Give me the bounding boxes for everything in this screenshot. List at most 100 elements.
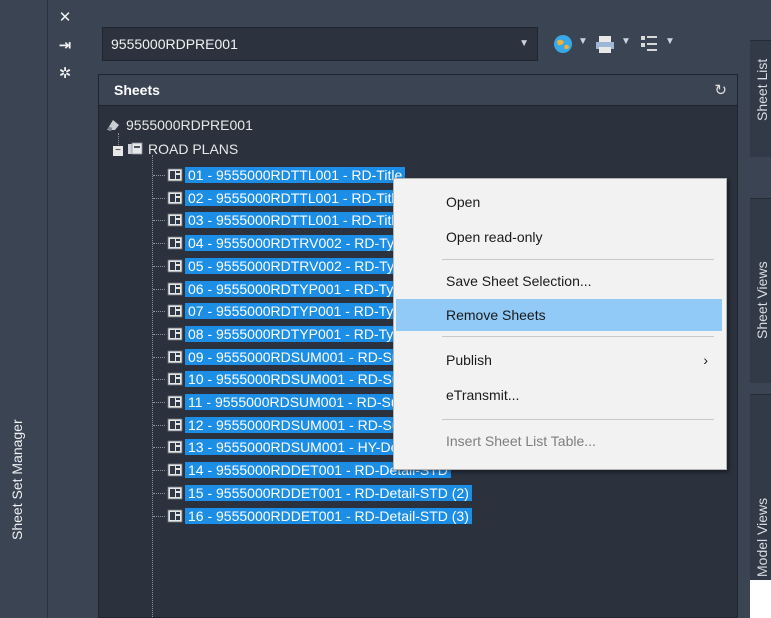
tree-guide [153,492,165,494]
menu-item-label: Save Sheet Selection... [446,273,592,289]
tree-guide [153,379,165,381]
tree-guide [153,402,165,403]
sheet-icon [167,213,183,227]
menu-item-open-read-only[interactable]: Open read-only [396,221,722,253]
view-options-icon[interactable] [638,33,660,55]
sheet-icon [167,350,183,363]
tree-guide [153,311,165,313]
palette-title: Sheet Set Manager [9,419,25,540]
tree-guide [152,155,153,617]
sheet-icon [167,327,183,341]
tree-guide [153,243,165,245]
tab-sheet-list-label: Sheet List [754,58,770,121]
tab-sheet-list[interactable]: Sheet List [750,40,771,157]
tab-model-views-label: Model Views [754,497,770,577]
sheet-set-dropdown[interactable]: 9555000RDPRE001 ▼ [102,27,538,61]
sheet-icon [167,486,183,500]
sheet-row[interactable]: 02 - 9555000RDTTL001 - RD-Title (2) [167,188,427,208]
menu-item-remove-sheets[interactable]: Remove Sheets [396,299,722,331]
menu-item-label: Open [446,194,481,210]
tree-guide [153,447,165,449]
menu-item-etransmit[interactable]: eTransmit... [396,379,722,411]
sheet-icon [167,372,183,386]
sheet-set-icon [107,120,119,131]
menu-separator [442,259,714,260]
tree-guide [153,197,165,199]
sheets-panel-header: Sheets ↻ [99,75,737,106]
tree-guide [153,356,165,358]
tab-model-views[interactable]: Model Views [750,394,771,595]
menu-item-insert-sheet-list-table[interactable]: Insert Sheet List Table... [396,425,722,457]
sheet-row[interactable]: 03 - 9555000RDTTL001 - RD-Title (3) [167,210,427,230]
sheet-row-label: 15 - 9555000RDDET001 - RD-Detail-STD (2) [185,484,472,501]
refresh-icon[interactable]: ↻ [714,81,727,99]
tree-subset[interactable]: − ROAD PLANS [113,139,241,159]
sheet-icon [167,236,183,250]
sheet-row-label: 16 - 9555000RDDET001 - RD-Detail-STD (3) [185,507,472,524]
sheet-icon [167,304,183,318]
autohide-icon[interactable]: ⇥ [56,37,74,55]
context-menu: Open Open read-only Save Sheet Selection… [393,178,727,470]
sheet-icon [167,509,183,522]
tree-guide [153,333,165,335]
tab-sheet-views[interactable]: Sheet Views [750,198,771,383]
sheet-icon [167,418,183,432]
tree-guide [153,470,165,472]
tree-root[interactable]: 9555000RDPRE001 [105,115,256,135]
tree-subset-label: ROAD PLANS [148,141,239,157]
sheet-row-label: 03 - 9555000RDTTL001 - RD-Title (3) [185,212,427,229]
sheet-row[interactable]: 01 - 9555000RDTTL001 - RD-Title [167,165,406,185]
sheet-row-label: 04 - 9555000RDTRV002 - RD-Typical [185,235,426,252]
close-icon[interactable]: ✕ [56,9,74,27]
publish-icon[interactable] [594,33,616,55]
sheet-row-label: 06 - 9555000RDTYP001 - RD-Typical [185,280,426,297]
tree-root-label: 9555000RDPRE001 [126,117,253,133]
sheet-set-value: 9555000RDPRE001 [111,36,238,52]
sheet-row[interactable]: 16 - 9555000RDDET001 - RD-Detail-STD (3) [167,506,472,526]
sheet-row-label: 02 - 9555000RDTTL001 - RD-Title (2) [185,189,427,206]
sheet-icon [167,191,183,205]
view-options-dropdown-icon[interactable]: ▼ [665,36,675,47]
globe-dropdown-icon[interactable]: ▼ [578,36,588,47]
tree-guide [153,220,165,222]
menu-item-label: eTransmit... [446,387,520,403]
menu-item-label: Publish [446,352,492,368]
sheet-set-manager-titlebar[interactable]: Sheet Set Manager [0,0,48,618]
sheet-icon [167,440,183,454]
menu-item-label: Open read-only [446,229,543,245]
menu-item-save-sheet-selection[interactable]: Save Sheet Selection... [396,265,722,297]
tree-guide [153,265,165,267]
sheet-row[interactable]: 15 - 9555000RDDET001 - RD-Detail-STD (2) [167,483,472,503]
sheet-icon [167,168,183,182]
menu-item-open[interactable]: Open [396,186,722,218]
sheet-row[interactable]: 04 - 9555000RDTRV002 - RD-Typical [167,233,426,253]
sheet-icon [167,395,183,409]
properties-icon[interactable]: ✲ [56,65,74,83]
tree-guide [153,175,165,176]
chevron-down-icon: ▼ [519,38,529,49]
collapse-icon[interactable]: − [113,146,123,156]
panel-title: Sheets [114,82,160,98]
menu-separator [442,419,714,420]
globe-icon[interactable] [552,33,574,55]
palette-controls: ✕ ⇥ ✲ [48,0,80,618]
tree-guide [153,424,165,426]
sheet-row[interactable]: 06 - 9555000RDTYP001 - RD-Typical [167,279,426,299]
submenu-arrow-icon: › [703,352,708,368]
background-area [750,580,771,618]
tree-guide [153,515,165,517]
tree-guide [153,288,165,290]
sheet-icon [167,463,183,477]
toolbar: 9555000RDPRE001 ▼ ▼ ▼ ▼ [82,0,771,80]
sheet-icon [167,282,183,295]
menu-item-label: Insert Sheet List Table... [446,433,596,449]
menu-separator [442,336,714,337]
subset-icon [128,142,143,155]
sheet-row-label: 01 - 9555000RDTTL001 - RD-Title [185,167,406,183]
sheet-icon [167,259,183,273]
menu-item-publish[interactable]: Publish › [396,344,722,376]
menu-item-label: Remove Sheets [446,307,546,323]
right-tabs: Sheet List Sheet Views Model Views [750,40,771,618]
publish-dropdown-icon[interactable]: ▼ [621,36,631,47]
tab-sheet-views-label: Sheet Views [754,261,770,339]
